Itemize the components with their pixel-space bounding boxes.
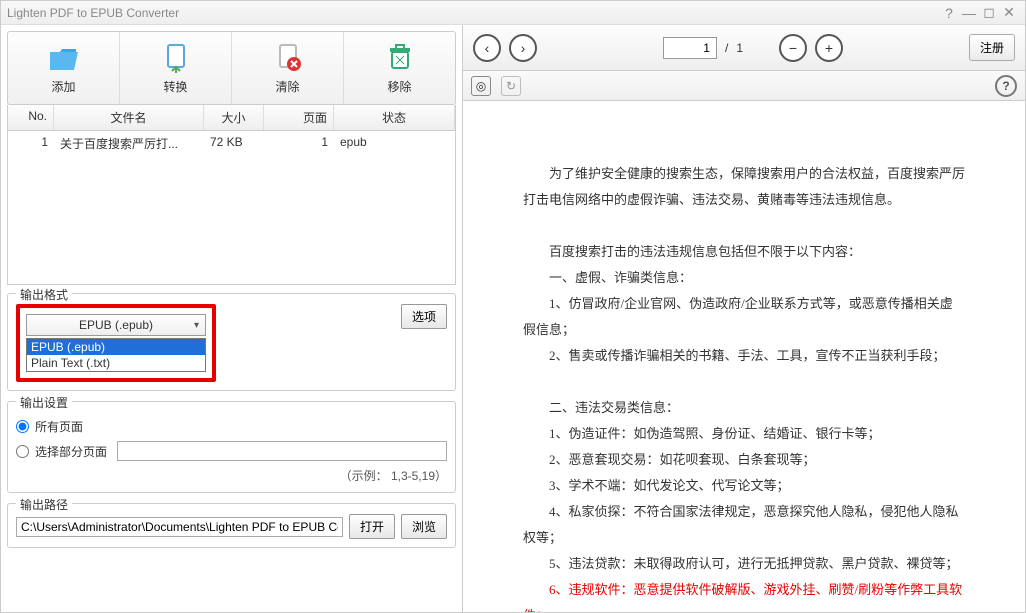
zoom-in-button[interactable]: + <box>815 34 843 62</box>
help-button[interactable]: ? <box>939 5 959 21</box>
doc-line: 3、学术不端：如代发论文、代写论文等； <box>523 473 965 499</box>
col-status[interactable]: 状态 <box>334 105 455 130</box>
folder-open-icon <box>48 42 80 74</box>
format-dropdown: EPUB (.epub) Plain Text (.txt) <box>26 338 206 372</box>
format-option-txt[interactable]: Plain Text (.txt) <box>27 355 205 371</box>
cell-name: 关于百度搜索严厉打... <box>54 131 204 156</box>
plus-icon: + <box>825 40 833 56</box>
doc-line: 1、仿冒政府/企业官网、伪造政府/企业联系方式等，或恶意传播相关虚假信息； <box>523 291 965 343</box>
radio-all-pages[interactable] <box>16 420 29 433</box>
format-legend: 输出格式 <box>16 286 72 303</box>
fit-page-icon: ◎ <box>476 79 486 93</box>
format-highlight: EPUB (.epub) EPUB (.epub) Plain Text (.t… <box>16 304 216 382</box>
page-range-input[interactable] <box>117 441 447 461</box>
trash-icon <box>384 42 416 74</box>
doc-line: 二、违法交易类信息： <box>523 395 965 421</box>
cell-size: 72 KB <box>204 131 264 156</box>
cell-no: 1 <box>8 131 54 156</box>
path-input[interactable] <box>16 517 343 537</box>
path-legend: 输出路径 <box>16 496 72 513</box>
table-row[interactable]: 1 关于百度搜索严厉打... 72 KB 1 epub <box>8 131 455 156</box>
page-total: 1 <box>736 41 743 55</box>
rotate-button[interactable]: ↻ <box>501 76 521 96</box>
doc-line-highlight: 6、违规软件：恶意提供软件破解版、游戏外挂、刷赞/刷粉等作弊工具软件； <box>523 577 965 612</box>
remove-label: 移除 <box>387 78 411 95</box>
browse-button[interactable]: 浏览 <box>401 514 447 539</box>
page-number-input[interactable] <box>663 37 717 59</box>
question-icon: ? <box>1002 79 1009 93</box>
add-button[interactable]: 添加 <box>8 32 120 104</box>
main-toolbar: 添加 转换 清除 移除 <box>7 31 456 105</box>
col-no[interactable]: No. <box>8 105 54 130</box>
chevron-left-icon: ‹ <box>485 40 490 56</box>
chevron-right-icon: › <box>521 40 526 56</box>
minus-icon: − <box>789 40 797 56</box>
prev-page-button[interactable]: ‹ <box>473 34 501 62</box>
close-button[interactable]: ✕ <box>999 4 1019 21</box>
convert-button[interactable]: 转换 <box>120 32 232 104</box>
doc-line: 百度搜索打击的违法违规信息包括但不限于以下内容： <box>523 239 965 265</box>
col-size[interactable]: 大小 <box>204 105 264 130</box>
minimize-button[interactable]: — <box>959 5 979 21</box>
file-table: No. 文件名 大小 页面 状态 1 关于百度搜索严厉打... 72 KB 1 … <box>7 105 456 285</box>
page-range-example: （示例： 1,3-5,19） <box>16 467 447 484</box>
doc-line: 2、恶意套现交易：如花呗套现、白条套现等； <box>523 447 965 473</box>
rotate-icon: ↻ <box>506 79 516 93</box>
window-title: Lighten PDF to EPUB Converter <box>7 6 939 20</box>
register-button[interactable]: 注册 <box>969 34 1015 61</box>
zoom-out-button[interactable]: − <box>779 34 807 62</box>
open-button[interactable]: 打开 <box>349 514 395 539</box>
delete-label: 清除 <box>275 78 299 95</box>
radio-all-label: 所有页面 <box>35 418 83 435</box>
path-fieldset: 输出路径 打开 浏览 <box>7 503 456 548</box>
doc-line: 1、伪造证件：如伪造驾照、身份证、结婚证、银行卡等； <box>523 421 965 447</box>
radio-select-label: 选择部分页面 <box>35 443 107 460</box>
doc-line: 为了维护安全健康的搜索生态，保障搜索用户的合法权益，百度搜索严厉打击电信网络中的… <box>523 161 965 213</box>
doc-line: 2、售卖或传播诈骗相关的书籍、手法、工具，宣传不正当获利手段； <box>523 343 965 369</box>
preview-subbar: ◎ ↻ ? <box>463 71 1025 101</box>
format-combo[interactable]: EPUB (.epub) <box>26 314 206 336</box>
doc-line: 4、私家侦探：不符合国家法律规定，恶意探究他人隐私，侵犯他人隐私权等； <box>523 499 965 551</box>
document-preview[interactable]: 为了维护安全健康的搜索生态，保障搜索用户的合法权益，百度搜索严厉打击电信网络中的… <box>463 101 1025 612</box>
format-selected: EPUB (.epub) <box>79 318 153 332</box>
format-option-epub[interactable]: EPUB (.epub) <box>27 339 205 355</box>
fit-page-button[interactable]: ◎ <box>471 76 491 96</box>
format-fieldset: 输出格式 EPUB (.epub) EPUB (.epub) Plain Tex… <box>7 293 456 391</box>
col-page[interactable]: 页面 <box>264 105 334 130</box>
output-fieldset: 输出设置 所有页面 选择部分页面 （示例： 1,3-5,19） <box>7 401 456 493</box>
convert-label: 转换 <box>163 78 187 95</box>
doc-line: 一、虚假、诈骗类信息： <box>523 265 965 291</box>
cell-page: 1 <box>264 131 334 156</box>
options-button[interactable]: 选项 <box>401 304 447 329</box>
remove-button[interactable]: 移除 <box>344 32 455 104</box>
maximize-button[interactable]: ◻ <box>979 4 999 21</box>
doc-line: 5、违法贷款：未取得政府认可，进行无抵押贷款、黑户贷款、裸贷等； <box>523 551 965 577</box>
page-separator: / <box>725 41 728 55</box>
radio-select-pages[interactable] <box>16 445 29 458</box>
preview-navbar: ‹ › / 1 − + 注册 <box>463 25 1025 71</box>
cell-status: epub <box>334 131 455 156</box>
help-doc-button[interactable]: ? <box>995 75 1017 97</box>
add-label: 添加 <box>51 78 75 95</box>
col-name[interactable]: 文件名 <box>54 105 204 130</box>
delete-icon <box>272 42 304 74</box>
next-page-button[interactable]: › <box>509 34 537 62</box>
convert-icon <box>160 42 192 74</box>
output-legend: 输出设置 <box>16 394 72 411</box>
delete-button[interactable]: 清除 <box>232 32 344 104</box>
